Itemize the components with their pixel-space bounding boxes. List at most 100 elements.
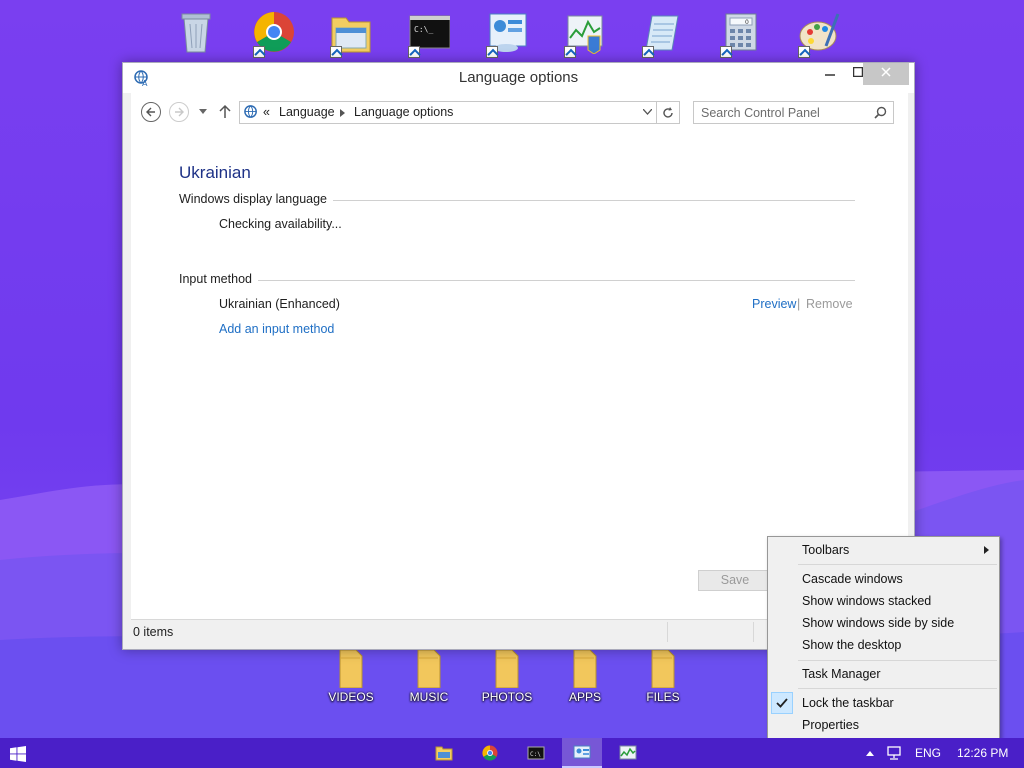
forward-button[interactable] [169, 102, 189, 122]
show-hidden-icons-icon[interactable] [866, 750, 874, 756]
shortcut-arrow-icon [486, 46, 498, 58]
menu-separator [798, 564, 997, 565]
svg-text:C:\: C:\ [530, 751, 541, 758]
folder-label: MUSIC [409, 690, 449, 704]
taskbar-command-prompt[interactable]: C:\ [516, 738, 556, 768]
window-titlebar[interactable]: A Language options [123, 63, 914, 93]
preview-link[interactable]: Preview [752, 297, 796, 311]
command-prompt-icon: C:\ [527, 746, 545, 760]
submenu-arrow-icon [984, 546, 989, 554]
refresh-icon [663, 107, 673, 118]
item-count: 0 items [133, 625, 174, 639]
address-bar[interactable]: « Language Language options [239, 101, 657, 124]
window-title: Language options [458, 69, 579, 86]
save-button[interactable]: Save [698, 570, 772, 591]
remove-link[interactable]: Remove [806, 297, 853, 311]
menu-separator [798, 688, 997, 689]
folder-label: PHOTOS [481, 690, 533, 704]
input-language-indicator[interactable]: ENG [915, 746, 941, 760]
desktop-icon-command-prompt[interactable]: C:\_ [396, 4, 456, 60]
breadcrumb-language-options[interactable]: Language options [354, 105, 453, 119]
shortcut-arrow-icon [253, 46, 265, 58]
menu-item-properties[interactable]: Properties [802, 718, 859, 732]
control-panel-location-icon [244, 105, 257, 118]
desktop-icon-file-explorer[interactable] [318, 4, 378, 60]
desktop-icon-notepad[interactable] [630, 4, 690, 60]
menu-item-lock-taskbar[interactable]: Lock the taskbar [802, 696, 894, 710]
clock[interactable]: 12:26 PM [957, 746, 1008, 760]
input-method-name: Ukrainian (Enhanced) [219, 297, 340, 311]
menu-separator [798, 660, 997, 661]
desktop-icon-task-manager[interactable] [552, 4, 612, 60]
taskbar: C:\ ENG 12:26 PM [0, 738, 1024, 768]
back-button[interactable] [141, 102, 161, 122]
checkmark-icon [771, 692, 793, 714]
folder-label: APPS [568, 690, 601, 704]
menu-item-cascade-windows[interactable]: Cascade windows [802, 572, 903, 586]
status-divider [667, 622, 668, 642]
menu-item-task-manager[interactable]: Task Manager [802, 667, 881, 681]
chrome-icon [482, 745, 498, 761]
search-icon[interactable] [874, 106, 887, 119]
desktop-icon-paint[interactable] [786, 4, 846, 60]
menu-item-show-side-by-side[interactable]: Show windows side by side [802, 616, 954, 630]
maximize-icon [852, 66, 864, 78]
desktop-icon-recycle-bin[interactable] [163, 4, 223, 60]
desktop-folder-music[interactable]: MUSIC [394, 650, 464, 710]
shortcut-arrow-icon [720, 46, 732, 58]
shortcut-arrow-icon [642, 46, 654, 58]
folder-icon [573, 650, 597, 688]
language-heading: Ukrainian [179, 163, 251, 182]
control-panel-icon [573, 745, 591, 759]
add-input-method-link[interactable]: Add an input method [219, 322, 334, 336]
refresh-button[interactable] [657, 101, 680, 124]
desktop-folder-apps[interactable]: APPS [550, 650, 620, 710]
folder-icon [495, 650, 519, 688]
search-input[interactable] [701, 103, 871, 123]
breadcrumb-separator-icon[interactable] [340, 109, 345, 117]
svg-text:0: 0 [745, 19, 749, 26]
menu-item-toolbars[interactable]: Toolbars [802, 543, 849, 557]
folder-icon [651, 650, 675, 688]
link-separator: | [797, 297, 801, 311]
display-language-section: Windows display language [179, 192, 855, 208]
desktop-icon-calculator[interactable]: 0 [708, 4, 768, 60]
navigation-bar: « Language Language options [131, 93, 908, 129]
recycle-bin-icon [181, 13, 211, 53]
recent-locations-chevron-icon[interactable] [199, 109, 207, 115]
file-explorer-icon [435, 746, 453, 761]
desktop-folder-videos[interactable]: VIDEOS [316, 650, 386, 710]
display-language-status: Checking availability... [219, 217, 342, 231]
svg-text:C:\_: C:\_ [414, 25, 433, 34]
taskbar-file-explorer[interactable] [424, 738, 464, 768]
desktop-icon-control-panel[interactable] [474, 4, 534, 60]
forward-arrow-icon [175, 107, 184, 117]
shortcut-arrow-icon [564, 46, 576, 58]
menu-item-show-windows-stacked[interactable]: Show windows stacked [802, 594, 931, 608]
desktop-icon-chrome[interactable] [241, 4, 301, 60]
taskbar-task-manager[interactable] [608, 738, 648, 768]
windows-start-icon[interactable] [10, 746, 26, 762]
display-language-header: Windows display language [179, 192, 334, 206]
input-method-header: Input method [179, 272, 258, 286]
shortcut-arrow-icon [408, 46, 420, 58]
shortcut-arrow-icon [798, 46, 810, 58]
close-button[interactable] [863, 63, 909, 85]
minimize-button[interactable] [816, 63, 844, 85]
desktop-folder-files[interactable]: FILES [628, 650, 698, 710]
menu-item-show-desktop[interactable]: Show the desktop [802, 638, 901, 652]
folder-icon [339, 650, 363, 688]
taskbar-chrome[interactable] [470, 738, 510, 768]
desktop-folder-photos[interactable]: PHOTOS [472, 650, 542, 710]
breadcrumb-language[interactable]: Language [279, 105, 335, 119]
search-box[interactable] [693, 101, 894, 124]
shortcut-arrow-icon [330, 46, 342, 58]
taskbar-control-panel[interactable] [562, 738, 602, 768]
up-arrow-icon[interactable] [219, 104, 231, 118]
address-dropdown-icon[interactable] [643, 109, 652, 115]
back-arrow-icon [146, 107, 155, 117]
folder-icon [417, 650, 441, 688]
network-icon[interactable] [886, 746, 902, 760]
status-divider [753, 622, 754, 642]
breadcrumb-overflow[interactable]: « [263, 105, 270, 119]
